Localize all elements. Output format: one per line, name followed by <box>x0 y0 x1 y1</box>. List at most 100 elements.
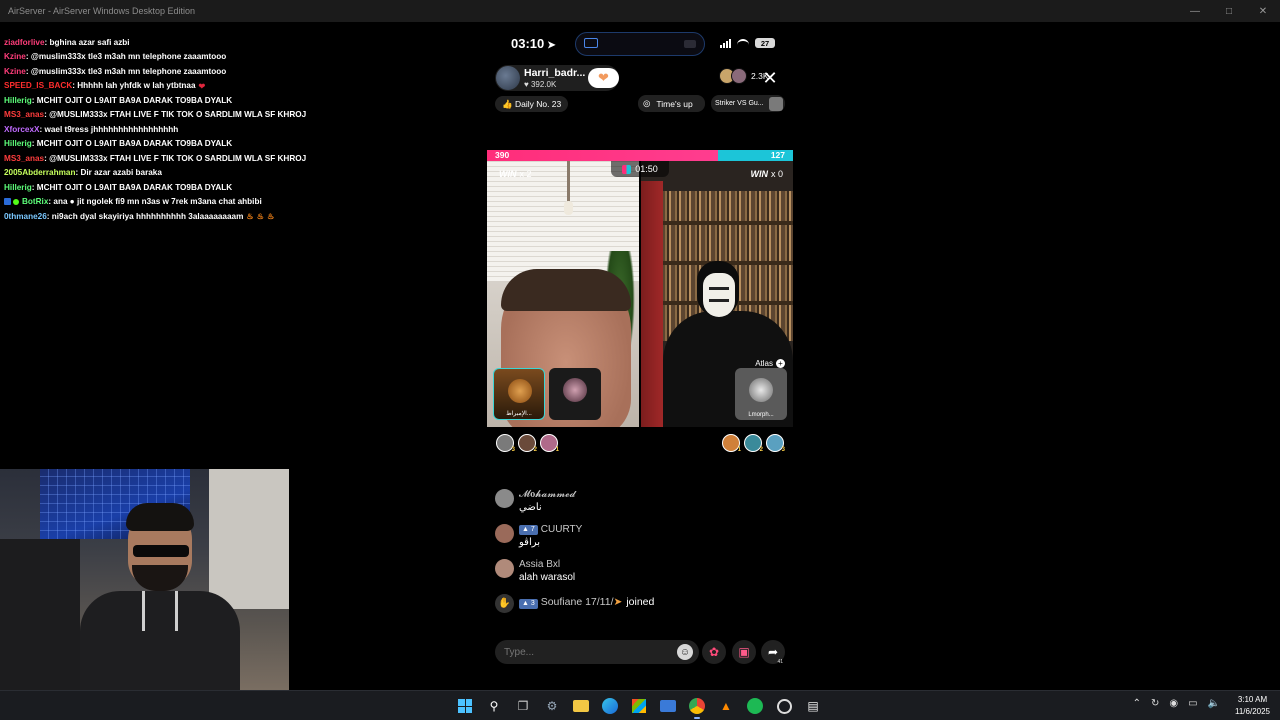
system-clock[interactable]: 3:10 AM 11/6/2025 <box>1235 694 1270 718</box>
status-time: 03:10 <box>511 36 545 51</box>
guy-fawkes-mask <box>703 273 735 317</box>
close-window-button[interactable]: ✕ <box>1246 0 1280 22</box>
score-right: 127 <box>770 150 785 160</box>
heart-icon: ❤ <box>198 81 206 91</box>
chat-text: : @muslim333x tle3 m3ah mn telephone zaa… <box>25 66 227 76</box>
chat-message: 2005Abderrahman : Dir azar azabi baraka <box>4 166 474 181</box>
thumbs-up-icon: 👍 <box>502 98 513 109</box>
system-tray: ⌃ ↻ ◉ ▭ 🔈 <box>1133 698 1220 709</box>
score-bar-left-fill <box>487 150 718 161</box>
heart-icon: ❤ <box>598 70 609 85</box>
close-icon[interactable]: ✕ <box>759 65 781 91</box>
chat-username: Hillerig <box>4 139 32 149</box>
comment-item[interactable]: 𝓜𝐨𝓱𝓪𝓶𝓶𝓮𝓭 ناضي <box>495 488 785 515</box>
search-icon[interactable]: ⚲ <box>482 694 506 718</box>
chat-username: 2005Abderrahman <box>4 168 76 178</box>
comment-item[interactable]: Assia Bxl alah warasol <box>495 558 785 585</box>
chevron-up-icon[interactable]: ⌃ <box>1133 698 1141 709</box>
chat-message: MS3_anas : @MUSLIM333x FTAH LIVE F TIK T… <box>4 108 474 123</box>
times-up-pill[interactable]: ◎ Time's up <box>638 95 705 112</box>
chat-username: BotRix <box>22 197 49 207</box>
airserver-icon[interactable]: ▤ <box>801 694 825 718</box>
windows-logo-icon <box>458 699 472 713</box>
rose-gift-button[interactable]: ✿ <box>702 640 726 664</box>
display-icon[interactable]: ▭ <box>1188 698 1197 709</box>
volume-icon[interactable]: 🔈 <box>1208 698 1220 709</box>
host-info[interactable]: Harri_badr... ♥ 392.0K ❤ <box>495 65 619 91</box>
striker-pill[interactable]: Striker VS Gu... <box>711 95 785 112</box>
microsoft-store-icon[interactable] <box>627 694 651 718</box>
commenter-avatar <box>495 524 514 543</box>
chrome-icon[interactable] <box>685 694 709 719</box>
fire-icon: ♨ <box>246 212 254 222</box>
striker-label: Striker VS Gu... <box>715 100 764 107</box>
dynamic-island <box>575 32 705 56</box>
host-avatar[interactable] <box>496 66 520 90</box>
fan-avatar[interactable]: 3 <box>496 434 515 453</box>
chat-message: Kzine : @muslim333x tle3 m3ah mn telepho… <box>4 64 474 79</box>
task-view-icon[interactable]: ❐ <box>511 694 535 718</box>
win-label-left: WIN <box>499 169 517 179</box>
chat-message: ziadforlive : bghina azar safi azbi <box>4 35 474 50</box>
minimize-button[interactable]: — <box>1178 0 1212 22</box>
window-titlebar: AirServer - AirServer Windows Desktop Ed… <box>0 0 1280 22</box>
chat-message: SPEED_IS_BACK : Hhhhh lah yhfdk w lah yt… <box>4 79 474 94</box>
comment-item[interactable]: ▲ 7 CUURTY براڤو <box>495 523 785 550</box>
settings-gear-icon[interactable]: ⚙ <box>540 694 564 718</box>
chat-username: Hillerig <box>4 95 32 105</box>
fan-rank: 1 <box>555 447 559 453</box>
vlc-icon[interactable]: ▲ <box>714 694 738 718</box>
battle-icon <box>622 164 632 174</box>
join-notice: ✋ ▲ 3 Soufiane 17/11/➤ joined <box>495 593 785 613</box>
follow-button[interactable]: ❤ <box>588 68 619 88</box>
webcam-feed <box>0 469 289 690</box>
chat-text: : bghina azar safi azbi <box>44 37 130 47</box>
guest-name: الإمبراط... <box>506 411 532 417</box>
screen-mirror-icon <box>584 38 598 48</box>
edge-browser-icon[interactable] <box>598 694 622 718</box>
share-button[interactable]: ➦ 41 <box>761 640 785 665</box>
chat-username: SPEED_IS_BACK <box>4 81 73 91</box>
live-header: Harri_badr... ♥ 392.0K ❤ 2.3K ✕ <box>495 65 785 91</box>
win-label-right: WIN <box>750 169 768 179</box>
times-up-label: Time's up <box>656 98 693 109</box>
chat-text: : MCHIT OJIT O L9AIT BA9A DARAK TO9BA DY… <box>31 95 233 105</box>
chat-text: : MCHIT OJIT O L9AIT BA9A DARAK TO9BA DY… <box>31 182 233 192</box>
fan-avatar[interactable]: 1 <box>540 434 559 453</box>
guest-tile-left-2[interactable] <box>549 368 601 420</box>
fan-avatar[interactable]: 3 <box>766 434 785 453</box>
guest-tile-right-1[interactable]: Lmorph... <box>735 368 787 420</box>
clock-date: 11/6/2025 <box>1235 707 1270 716</box>
sync-icon[interactable]: ↻ <box>1151 698 1159 709</box>
signal-icon <box>720 38 731 48</box>
guest-tile-left-1[interactable]: الإمبراط... <box>493 368 545 420</box>
level-badge: 3 <box>530 600 535 607</box>
battle-timer: 01:50 <box>611 161 669 177</box>
chat-text: : ana ● jit ngolek fi9 mn n3as w 7rek m3… <box>48 197 262 207</box>
chat-username: Hillerig <box>4 182 32 192</box>
target-icon: ◎ <box>643 98 651 108</box>
top-fans-right: 1 2 3 <box>722 434 785 453</box>
striker-thumbnail <box>769 96 783 111</box>
sunglasses <box>133 545 189 557</box>
obs-icon[interactable] <box>772 694 796 718</box>
plus-icon: + <box>776 359 785 368</box>
fan-avatar[interactable]: 2 <box>744 434 763 453</box>
chat-text: : Hhhhh lah yhfdk w lah ytbtnaa <box>72 81 196 91</box>
spotify-icon[interactable] <box>743 694 767 718</box>
fan-rank: 3 <box>781 447 785 453</box>
microphone-icon[interactable]: ◉ <box>1169 698 1178 709</box>
chat-text: : Dir azar azabi baraka <box>75 168 162 178</box>
file-explorer-icon[interactable] <box>569 694 593 718</box>
comment-input[interactable] <box>495 640 699 664</box>
start-button[interactable] <box>453 694 477 718</box>
mail-icon[interactable] <box>656 694 680 718</box>
gift-button[interactable]: ▣ <box>732 640 756 664</box>
fan-avatar[interactable]: 2 <box>518 434 537 453</box>
pk-battle: 390 127 WIN x 2 01:50 WIN x 0 Atlas + ال… <box>487 150 793 427</box>
emoji-icon[interactable]: ☺ <box>677 644 693 660</box>
fan-avatar[interactable]: 1 <box>722 434 741 453</box>
atlas-follow[interactable]: Atlas + <box>755 359 785 368</box>
daily-ranking-pill[interactable]: 👍 Daily No. 23 <box>495 96 569 112</box>
maximize-button[interactable]: □ <box>1212 0 1246 22</box>
